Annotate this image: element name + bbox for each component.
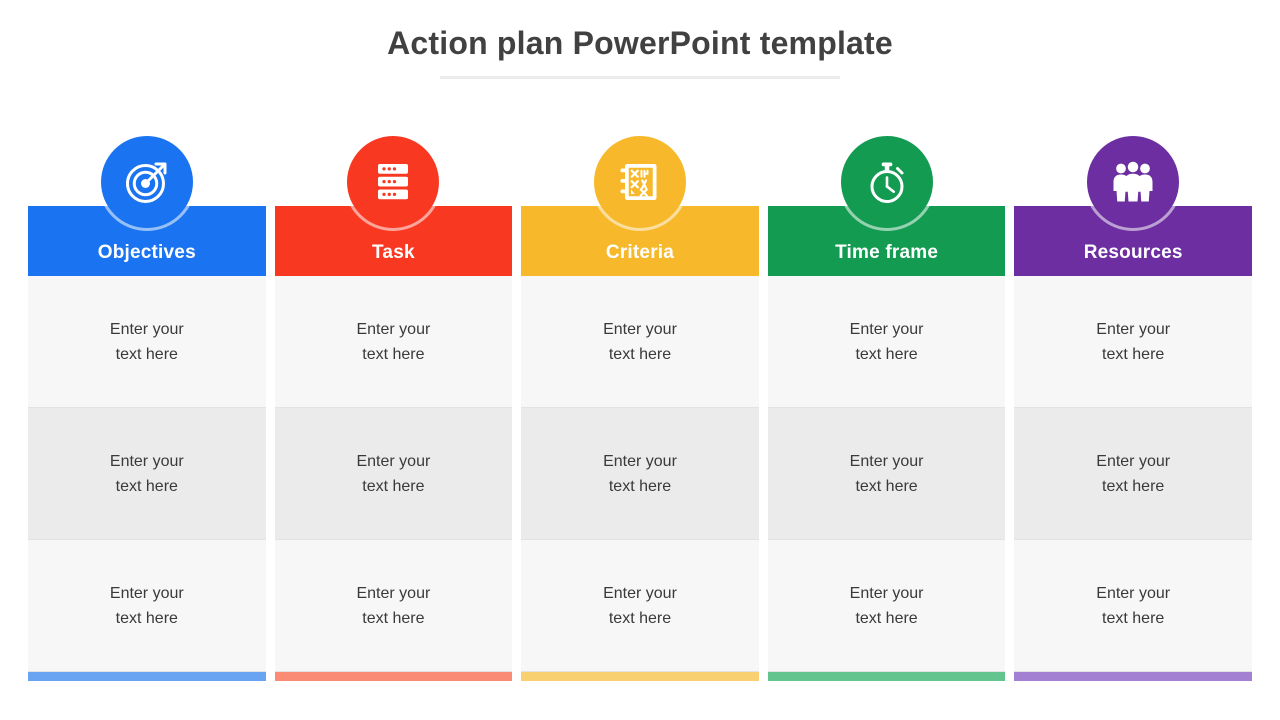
- badge-resources: [1087, 136, 1180, 228]
- table-cell[interactable]: Enter your text here: [767, 408, 1006, 540]
- table-cell[interactable]: Enter your text here: [767, 276, 1006, 408]
- table-column-time-frame: Time frame Enter your text here Enter you…: [767, 136, 1006, 681]
- table-cell[interactable]: Enter your text here: [274, 540, 513, 672]
- title-block: Action plan PowerPoint template: [0, 22, 1280, 79]
- table-cell[interactable]: Enter your text here: [274, 276, 513, 408]
- stopwatch-icon: [863, 158, 911, 206]
- title-divider: [440, 76, 840, 79]
- table-cell[interactable]: Enter your text here: [1014, 408, 1252, 540]
- badge-time-frame: [840, 136, 933, 228]
- table-cell[interactable]: Enter your text here: [28, 276, 266, 408]
- target-icon: [123, 158, 171, 206]
- table-cell[interactable]: Enter your text here: [767, 540, 1006, 672]
- table-column-criteria: Criteria Enter your text here Enter your t…: [521, 136, 759, 681]
- column-footer-bar-objectives: [28, 672, 266, 681]
- table-column-task: Task Enter your text here Enter your text …: [274, 136, 513, 681]
- checklist-notepad-icon: [616, 158, 664, 206]
- column-footer-bar-criteria: [521, 672, 759, 681]
- table-cell[interactable]: Enter your text here: [521, 408, 759, 540]
- task-list-icon: [369, 158, 417, 206]
- action-plan-table: Objectives Enter your text here Enter you…: [28, 136, 1252, 681]
- table-column-objectives: Objectives Enter your text here Enter you…: [28, 136, 266, 681]
- table-cell[interactable]: Enter your text here: [1014, 540, 1252, 672]
- table-cell[interactable]: Enter your text here: [1014, 276, 1252, 408]
- slide-canvas: Action plan PowerPoint template Objectiv…: [0, 0, 1280, 720]
- table-cell[interactable]: Enter your text here: [274, 408, 513, 540]
- table-cell[interactable]: Enter your text here: [521, 276, 759, 408]
- table-cell[interactable]: Enter your text here: [28, 540, 266, 672]
- badge-task: [347, 136, 440, 228]
- column-footer-bar-time-frame: [767, 672, 1006, 681]
- table-cell[interactable]: Enter your text here: [28, 408, 266, 540]
- people-group-icon: [1109, 158, 1157, 206]
- column-footer-bar-resources: [1014, 672, 1252, 681]
- page-title: Action plan PowerPoint template: [387, 25, 893, 61]
- badge-objectives: [100, 136, 193, 228]
- table-cell[interactable]: Enter your text here: [521, 540, 759, 672]
- badge-criteria: [593, 136, 686, 228]
- column-footer-bar-task: [274, 672, 513, 681]
- table-column-resources: Resources Enter your text here Enter your…: [1014, 136, 1252, 681]
